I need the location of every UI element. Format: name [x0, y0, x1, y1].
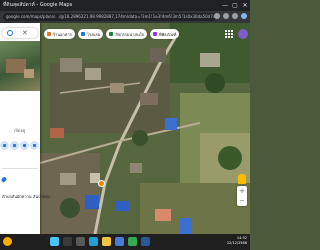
- taskbar: 14:32 12/12/2566: [0, 234, 250, 250]
- category-chips: ร้านอาหาร โรงแรม กิจกรรมน่าสนใจ พิพิธภัณ…: [44, 29, 180, 39]
- share-icon[interactable]: [214, 13, 220, 19]
- save-button[interactable]: [10, 141, 19, 150]
- star-icon[interactable]: [223, 13, 229, 19]
- taskbar-apps: [50, 237, 150, 246]
- place-photo[interactable]: [0, 41, 40, 91]
- window-title: ที่ดินสุดสัปดาห์ - Google Maps: [3, 2, 73, 8]
- place-address[interactable]: ตำบลสันผักหวาน สันป่าตอง: [2, 193, 50, 200]
- divider: [2, 168, 38, 169]
- start-icon[interactable]: [50, 237, 59, 246]
- zoom-controls: + −: [237, 186, 247, 206]
- search-box[interactable]: ✕: [2, 28, 38, 38]
- place-marker[interactable]: [98, 180, 105, 187]
- minimize-button[interactable]: —: [220, 0, 230, 11]
- museum-icon: [153, 32, 158, 36]
- chip-hotels[interactable]: โรงแรม: [77, 29, 104, 39]
- window-controls: — ▢ ✕: [220, 0, 250, 11]
- weather-icon[interactable]: [3, 237, 12, 246]
- chip-restaurants[interactable]: ร้านอาหาร: [44, 29, 75, 39]
- hotel-icon: [80, 32, 85, 36]
- street-view-pegman-icon[interactable]: [238, 174, 246, 184]
- profile-icon[interactable]: [241, 13, 247, 19]
- directions-button[interactable]: [0, 141, 9, 150]
- clock-date: 12/12/2566: [226, 241, 247, 245]
- chrome-icon[interactable]: [128, 237, 137, 246]
- restaurant-icon: [47, 32, 51, 36]
- account-avatar[interactable]: [238, 29, 248, 39]
- place-actions: [0, 138, 40, 160]
- store-icon[interactable]: [115, 237, 124, 246]
- zoom-in-button[interactable]: +: [237, 186, 247, 196]
- photo-roof: [6, 59, 26, 73]
- browser-toolbar: google.com/maps/place/.../@18.2896221,98…: [0, 11, 250, 23]
- toolbar-icons: [214, 13, 247, 19]
- extensions-icon[interactable]: [232, 13, 238, 19]
- open-status: เปิดอยู่: [14, 128, 26, 133]
- maximize-button[interactable]: ▢: [230, 0, 240, 11]
- attraction-icon: [109, 32, 114, 36]
- close-button[interactable]: ✕: [240, 0, 250, 11]
- search-icon[interactable]: [63, 237, 72, 246]
- edge-icon[interactable]: [89, 237, 98, 246]
- word-icon[interactable]: [141, 237, 150, 246]
- photo-roof-2: [24, 69, 34, 78]
- nearby-button[interactable]: [20, 141, 29, 150]
- task-view-icon[interactable]: [76, 237, 85, 246]
- location-pin-icon: [0, 176, 8, 183]
- zoom-out-button[interactable]: −: [237, 196, 247, 206]
- address-bar[interactable]: google.com/maps/place/.../@18.2896221,98…: [3, 13, 216, 21]
- clear-search-button[interactable]: ✕: [22, 28, 28, 38]
- chip-things-to-do[interactable]: กิจกรรมน่าสนใจ: [106, 29, 148, 39]
- place-panel: ✕ เปิดอยู่ ตำบลสันผักหวาน สันป่าตอง: [0, 23, 50, 234]
- google-apps-button[interactable]: [224, 29, 234, 39]
- window-titlebar: ที่ดินสุดสัปดาห์ - Google Maps — ▢ ✕: [0, 0, 250, 11]
- system-tray[interactable]: 14:32 12/12/2566: [227, 236, 247, 246]
- share-button[interactable]: [30, 141, 39, 150]
- chip-museums[interactable]: พิพิธภัณฑ์: [150, 29, 180, 39]
- search-icon[interactable]: [7, 30, 13, 36]
- explorer-icon[interactable]: [102, 237, 111, 246]
